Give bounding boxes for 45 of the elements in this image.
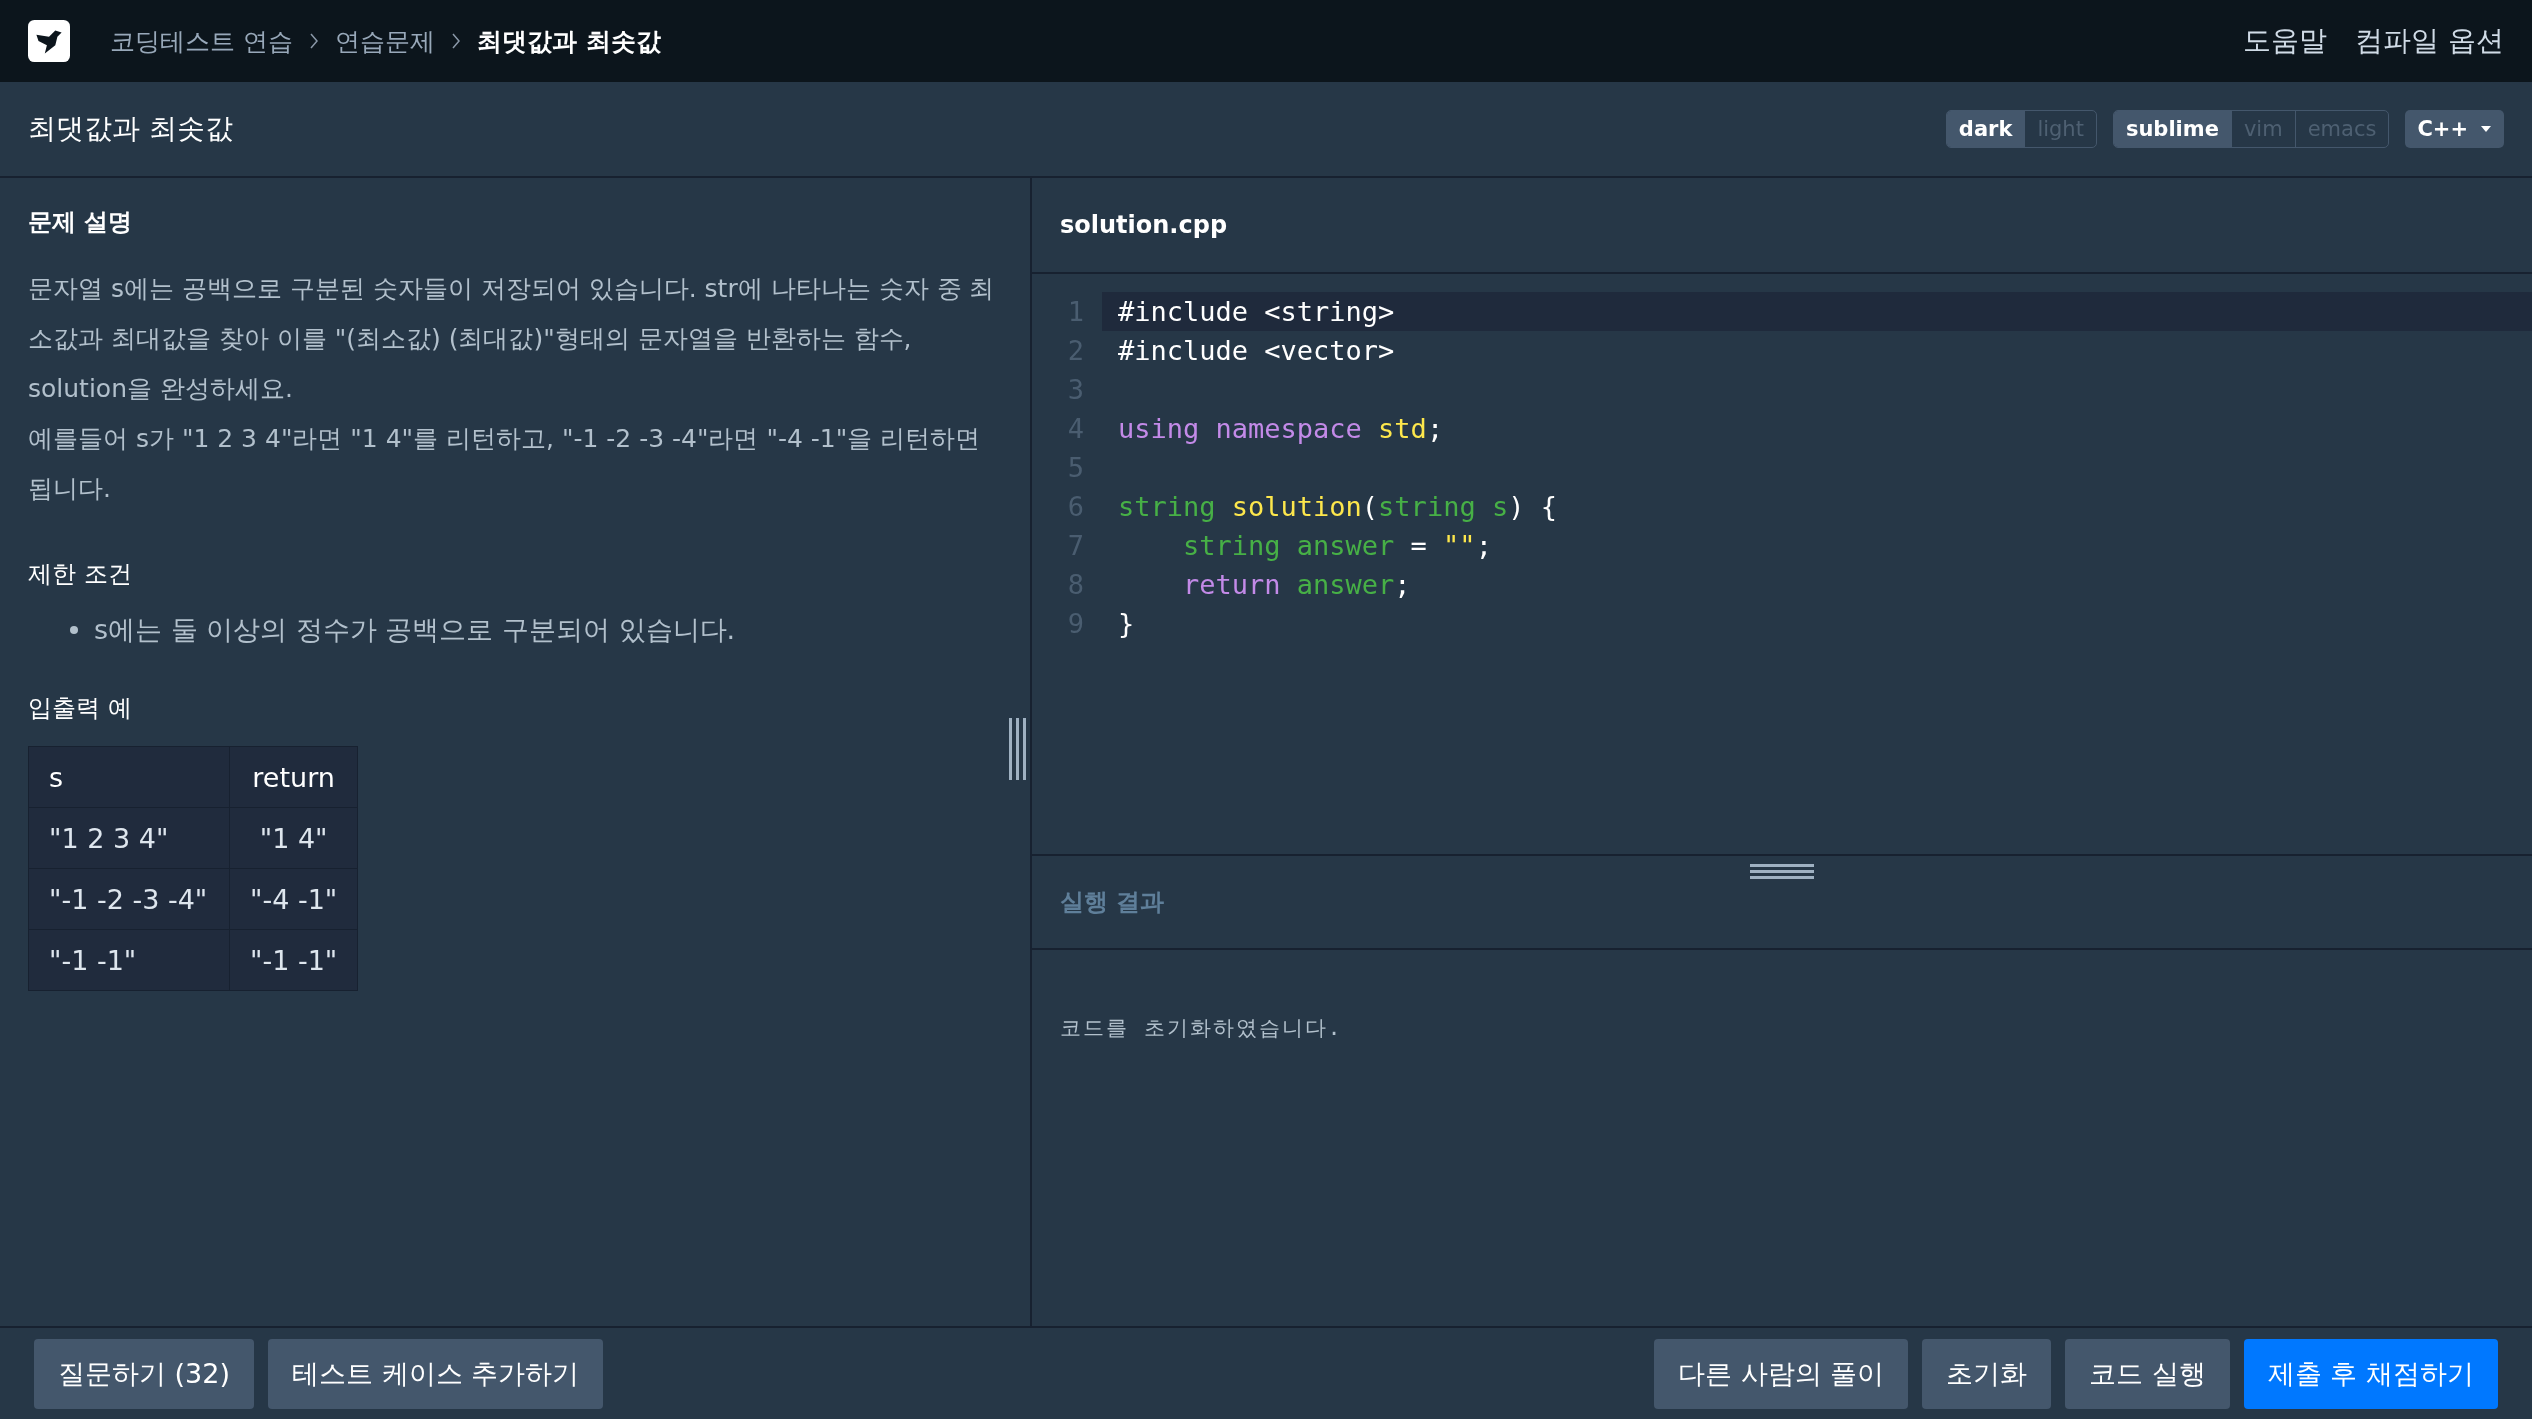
chevron-right-icon [450,32,461,50]
horizontal-resize-handle[interactable] [1750,864,1814,879]
file-name: solution.cpp [1060,211,1228,239]
chevron-right-icon [308,32,319,50]
code-line: string answer = ""; [1182,529,1493,563]
table-cell: "-4 -1" [229,868,358,930]
code-line: string solution(string s) { [1117,490,1558,524]
table-cell: "-1 -1" [28,929,230,991]
result-heading: 실행 결과 [1060,887,1165,918]
section-heading: 문제 설명 [28,207,134,238]
nav-link[interactable]: 컴파일 옵션 [2355,22,2504,60]
action-button[interactable]: 질문하기 (32) [34,1338,254,1409]
bird-logo-icon[interactable] [28,20,70,62]
table-cell: "1 2 3 4" [28,807,230,869]
toggle-option[interactable]: sublime [2113,111,2231,147]
action-button[interactable]: 다른 사람의 풀이 [1654,1338,1909,1409]
result-message: 코드를 초기화하였습니다. [1060,1016,1343,1040]
description-paragraph: 예를들어 s가 "1 2 3 4"라면 "1 4"를 리턴하고, "-1 -2 -3 -4"라면 "-4 -1"을 리턴하면 됩니다. [28,423,982,505]
vertical-resize-handle[interactable] [1009,718,1026,780]
section-heading: 제한 조건 [28,559,133,590]
table-cell: "-1 -1" [229,929,358,991]
action-button[interactable]: 테스트 케이스 추가하기 [268,1338,604,1409]
breadcrumb-link[interactable]: 코딩테스트 연습 [110,24,293,58]
section-heading: 입출력 예 [28,693,133,724]
column-header: return [229,746,358,808]
action-button[interactable]: 제출 후 채점하기 [2243,1338,2498,1409]
nav-link[interactable]: 도움말 [2243,22,2328,60]
page-title: 최댓값과 최솟값 [28,111,233,147]
table-cell: "-1 -2 -3 -4" [28,868,230,930]
code-line: using namespace std; [1117,412,1445,446]
toggle-option[interactable]: dark [1946,111,2025,147]
bullet-icon [70,626,78,634]
code-line: #include <vector> [1117,334,1396,368]
constraint-text: s에는 둘 이상의 정수가 공백으로 구분되어 있습니다. [94,613,736,647]
code-line: } [1117,607,1136,641]
table-cell: "1 4" [229,807,358,869]
action-button[interactable]: 초기화 [1922,1338,2052,1409]
column-header: s [28,746,230,808]
breadcrumb-link[interactable]: 최댓값과 최솟값 [476,24,661,58]
description-paragraph: 문자열 s에는 공백으로 구분된 숫자들이 저장되어 있습니다. str에 나타나는 숫자 중 최소값과 최대값을 찾아 이를 "(최소값) (최대값)"형태의 문자열을 반환하는 함수, solution을 완성하세요. [28,273,996,405]
caret-down-icon [2480,125,2492,133]
breadcrumb-link[interactable]: 연습문제 [334,24,435,58]
code-line: return answer; [1182,568,1412,602]
action-button[interactable]: 코드 실행 [2065,1338,2230,1409]
language-dropdown[interactable]: C++ [2405,110,2504,148]
